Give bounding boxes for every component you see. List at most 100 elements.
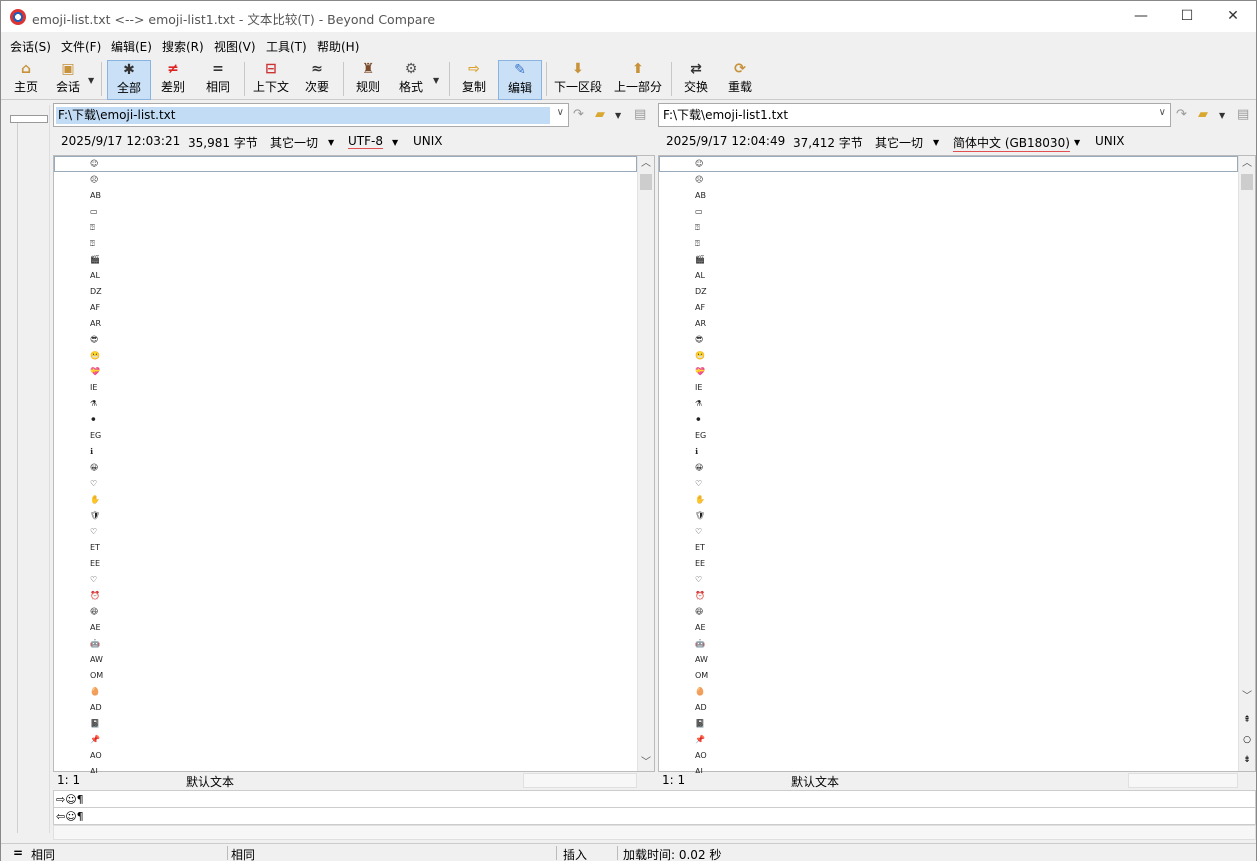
swap-button[interactable]: ⇄ 交换 [678, 60, 714, 100]
show-same-button[interactable]: = 相同 [200, 60, 236, 100]
text-line: 😎 [695, 335, 704, 344]
reload-icon: ⟳ [734, 61, 746, 77]
text-line: EG [695, 431, 707, 440]
show-all-button[interactable]: ✱ 全部 [107, 60, 151, 100]
scroll-down-icon[interactable]: ﹀ [638, 755, 654, 771]
prev-diff-icon[interactable]: ⇞ [1239, 715, 1255, 725]
right-eol[interactable]: UNIX [1095, 134, 1125, 148]
right-horizontal-scrollbar[interactable] [1128, 773, 1238, 788]
overview-gutter[interactable] [3, 105, 50, 833]
menu-view[interactable]: 视图(V) [214, 38, 256, 55]
show-diffs-label: 差别 [160, 80, 185, 94]
scroll-up-icon[interactable]: ︿ [1239, 156, 1255, 172]
right-folder-dropdown-icon[interactable]: ▼ [1219, 111, 1225, 120]
format-button[interactable]: ⚙ 格式 [393, 60, 429, 100]
text-line: ♡ [695, 479, 703, 488]
reload-button[interactable]: ⟳ 重载 [722, 60, 758, 100]
current-diff-icon[interactable]: ○ [1239, 735, 1255, 745]
bottom-horizontal-scrollbar[interactable] [53, 825, 1256, 840]
encoding-dropdown-icon[interactable]: ▼ [1074, 138, 1080, 147]
left-save-icon[interactable]: ▤ [634, 107, 646, 122]
left-filter[interactable]: 其它一切 [270, 134, 318, 151]
left-encoding[interactable]: UTF-8 [348, 134, 383, 149]
text-line: ☺ [695, 159, 704, 168]
text-line: 🤖 [90, 639, 100, 648]
left-text-pane[interactable]: ☺ ☹ AB ▭ ⍰ ⍰ 🎬 AL DZ AF AR 😎 😬 💝 IE ⚗ ⚫ EG ℹ 😀 ♡ ✋ 🛡 ♡ ET EE ♡ ⏰ 😆 AE… [53, 155, 655, 776]
maximize-button[interactable]: ☐ [1164, 1, 1210, 32]
context-button[interactable]: ⊟ 上下文 [251, 60, 291, 100]
left-file-info: 2025/9/17 12:03:21 35,981 字节 其它一切 ▼ UTF-… [53, 131, 653, 153]
menu-tools[interactable]: 工具(T) [266, 38, 307, 55]
referee-icon: ♜ [361, 61, 375, 77]
prev-section-button[interactable]: ⬆ 上一部分 [613, 60, 663, 100]
chevron-down-icon[interactable]: ∨ [1159, 107, 1166, 118]
menu-edit[interactable]: 编辑(E) [111, 38, 152, 55]
next-section-button[interactable]: ⬇ 下一区段 [553, 60, 603, 100]
copy-button[interactable]: ⇨ 复制 [456, 60, 492, 100]
minor-button[interactable]: ≈ 次要 [300, 60, 334, 100]
scroll-thumb[interactable] [640, 174, 652, 190]
right-text-pane[interactable]: ☺ ☹ AB ▭ ⍰ ⍰ 🎬 AL DZ AF AR 😎 😬 💝 IE ⚗ ⚫ EG ℹ 😀 ♡ ✋ 🛡 ♡ ET EE ♡ ⏰ 😆 AE… [658, 155, 1256, 776]
session-button[interactable]: ▣ 会话 [50, 60, 86, 100]
text-line: ⍰ [90, 223, 95, 232]
overview-line [17, 123, 18, 833]
left-vertical-scrollbar[interactable]: ︿ ﹀ [637, 156, 654, 771]
left-folder-icon[interactable]: ▰ [595, 107, 605, 122]
show-diffs-button[interactable]: ≠ 差别 [155, 60, 191, 100]
right-folder-icon[interactable]: ▰ [1198, 107, 1208, 122]
left-horizontal-scrollbar[interactable] [523, 773, 637, 788]
left-eol[interactable]: UNIX [413, 134, 443, 148]
session-dropdown-icon[interactable]: ▼ [88, 76, 94, 85]
format-dropdown-icon[interactable]: ▼ [433, 76, 439, 85]
right-path-combobox[interactable]: F:\下载\emoji-list1.txt ∨ [658, 103, 1171, 127]
right-vertical-scrollbar[interactable]: ︿ ﹀ ⇞ ○ ⇟ [1238, 156, 1255, 771]
right-filter[interactable]: 其它一切 [875, 134, 923, 151]
status-divider [556, 846, 557, 860]
left-path-text[interactable]: F:\下载\emoji-list.txt [56, 107, 550, 124]
home-button[interactable]: ⌂ 主页 [9, 60, 43, 100]
chevron-down-icon[interactable]: ∨ [557, 107, 564, 118]
menu-search[interactable]: 搜索(R) [162, 38, 204, 55]
text-line: ⏰ [695, 591, 705, 600]
text-line: AB [695, 191, 706, 200]
context-label: 上下文 [252, 80, 289, 94]
filter-dropdown-icon[interactable]: ▼ [933, 138, 939, 147]
status-divider [617, 846, 618, 860]
text-line: 🥚 [695, 687, 705, 696]
filter-dropdown-icon[interactable]: ▼ [328, 138, 334, 147]
menu-session[interactable]: 会话(S) [10, 38, 51, 55]
next-diff-icon[interactable]: ⇟ [1239, 755, 1255, 765]
overview-thumb[interactable] [10, 115, 48, 123]
right-history-icon[interactable]: ↷ [1176, 107, 1187, 122]
right-format[interactable]: 默认文本 [791, 773, 839, 790]
close-button[interactable]: ✕ [1210, 1, 1256, 32]
menu-help[interactable]: 帮助(H) [317, 38, 359, 55]
edit-button[interactable]: ✎ 编辑 [498, 60, 542, 100]
approx-icon: ≈ [311, 61, 323, 77]
scroll-thumb[interactable] [1241, 174, 1253, 190]
text-line: AL [695, 271, 705, 280]
text-line: ♡ [90, 479, 98, 488]
left-folder-dropdown-icon[interactable]: ▼ [615, 111, 621, 120]
home-label: 主页 [13, 80, 38, 94]
scroll-down-icon[interactable]: ﹀ [1239, 689, 1255, 705]
encoding-dropdown-icon[interactable]: ▼ [392, 138, 398, 147]
right-save-icon[interactable]: ▤ [1237, 107, 1249, 122]
scroll-up-icon[interactable]: ︿ [638, 156, 654, 172]
minimize-button[interactable]: — [1118, 1, 1164, 32]
gear-icon: ⚙ [404, 61, 418, 77]
text-line: ET [90, 543, 100, 552]
compare-line-right[interactable]: ⇦☺¶ [53, 807, 1256, 825]
right-path-text[interactable]: F:\下载\emoji-list1.txt [661, 107, 790, 124]
right-datetime: 2025/9/17 12:04:49 [666, 134, 786, 148]
left-format[interactable]: 默认文本 [186, 773, 234, 790]
rules-button[interactable]: ♜ 规则 [350, 60, 386, 100]
compare-line-left[interactable]: ⇨☺¶ [53, 790, 1256, 808]
right-encoding[interactable]: 简体中文 (GB18030) [953, 134, 1070, 152]
text-line: ℹ [695, 447, 699, 456]
menu-file[interactable]: 文件(F) [61, 38, 101, 55]
left-history-icon[interactable]: ↷ [573, 107, 584, 122]
text-line: AF [695, 303, 706, 312]
left-path-combobox[interactable]: F:\下载\emoji-list.txt ∨ [53, 103, 569, 127]
text-line: ▭ [90, 207, 98, 216]
